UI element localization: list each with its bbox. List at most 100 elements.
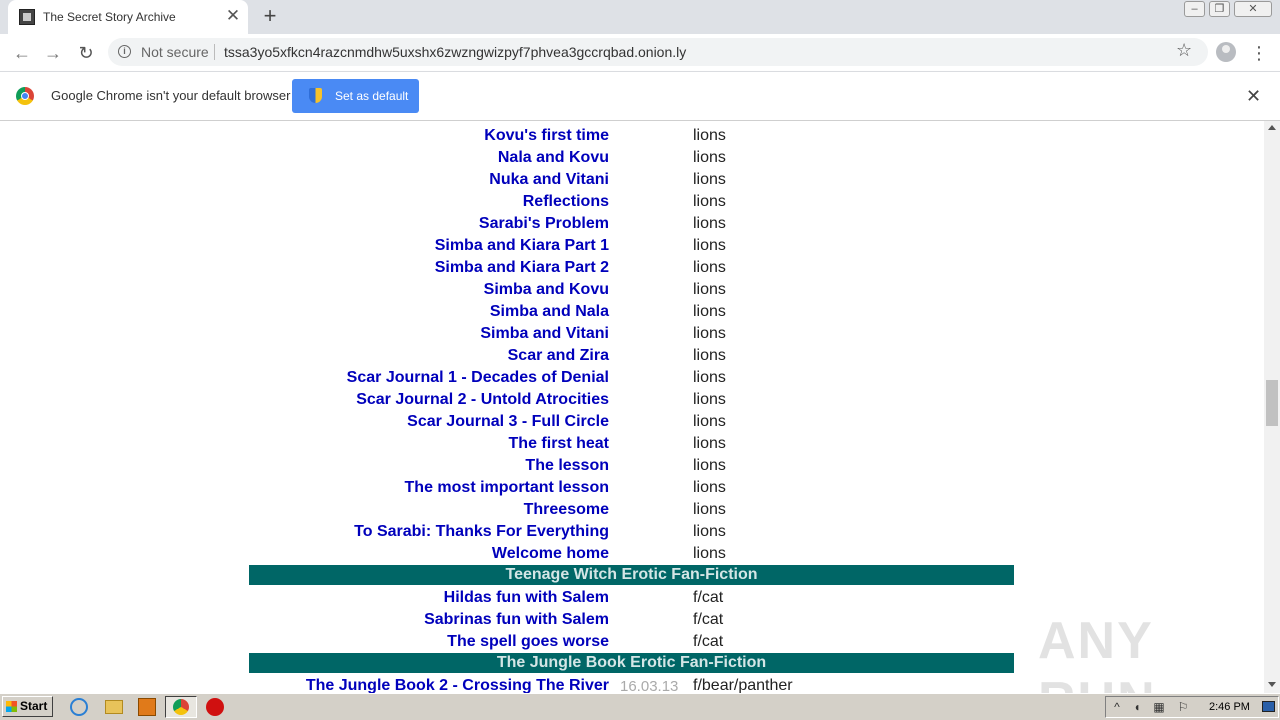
windows-logo-icon (6, 701, 17, 712)
table-row: The lesson lions (249, 455, 1014, 477)
url-text[interactable]: tssa3yo5xfkcn4razcnmdhw5uxshx6zwzngwizpy… (224, 44, 686, 60)
action-center-flag-icon[interactable]: ⚐ (1176, 700, 1190, 714)
section-header-row: The Jungle Book Erotic Fan-Fiction (249, 653, 1014, 675)
scroll-up-arrow-icon[interactable] (1268, 125, 1276, 130)
taskbar-chrome-button[interactable] (165, 696, 197, 718)
profile-avatar-icon[interactable] (1216, 42, 1236, 62)
start-button[interactable]: Start (2, 696, 53, 717)
new-tab-button[interactable]: + (260, 5, 280, 27)
network-icon[interactable]: ▦ (1152, 700, 1166, 714)
info-icon[interactable]: i (118, 45, 131, 58)
infobar-message: Google Chrome isn't your default browser (51, 88, 291, 103)
story-link[interactable]: To Sarabi: Thanks For Everything (354, 523, 609, 541)
start-label: Start (20, 699, 48, 713)
window-restore-button[interactable]: ❐ (1209, 1, 1230, 17)
story-link[interactable]: Welcome home (492, 545, 609, 563)
window-minimize-button[interactable]: – (1184, 1, 1205, 17)
omnibox-divider (214, 44, 215, 60)
story-link[interactable]: Simba and Vitani (480, 325, 609, 343)
story-link[interactable]: Threesome (524, 501, 609, 519)
table-row: Simba and Nala lions (249, 301, 1014, 323)
reload-button[interactable]: ↻ (73, 40, 99, 66)
story-link[interactable]: The first heat (509, 435, 609, 453)
address-bar[interactable]: i Not secure tssa3yo5xfkcn4razcnmdhw5uxs… (108, 38, 1208, 66)
story-link[interactable]: The lesson (525, 457, 609, 475)
table-row: Simba and Kiara Part 2 lions (249, 257, 1014, 279)
story-category: lions (693, 435, 726, 452)
page-scrollbar[interactable] (1264, 121, 1280, 693)
story-category: lions (693, 479, 726, 496)
chrome-logo-icon (16, 87, 34, 105)
forward-button[interactable]: → (40, 40, 66, 66)
story-link[interactable]: Simba and Kovu (484, 281, 609, 299)
tab-close-icon[interactable]: ✕ (224, 7, 242, 25)
story-link[interactable]: Hildas fun with Salem (444, 589, 609, 607)
section-header-jungle-book: The Jungle Book Erotic Fan-Fiction (249, 653, 1014, 673)
lion-stories: Kovu's first time lions Nala and Kovu lion… (249, 125, 1014, 565)
story-table: Kovu's first time lions Nala and Kovu lion… (249, 125, 1014, 693)
story-category: lions (693, 369, 726, 386)
story-link[interactable]: Nuka and Vitani (489, 171, 609, 189)
set-as-default-button[interactable]: Set as default (292, 79, 419, 113)
table-row: Sabrinas fun with Salem f/cat (249, 609, 1014, 631)
story-link[interactable]: Simba and Kiara Part 1 (435, 237, 609, 255)
table-row: Kovu's first time lions (249, 125, 1014, 147)
scrollbar-thumb[interactable] (1266, 380, 1278, 426)
chrome-menu-icon[interactable]: ⋮ (1250, 40, 1268, 66)
section-header-row: Teenage Witch Erotic Fan-Fiction (249, 565, 1014, 587)
show-desktop-icon[interactable] (1262, 701, 1275, 712)
tab-secret-story-archive[interactable]: The Secret Story Archive ✕ (8, 0, 248, 34)
story-date: 16.03.13 (620, 678, 679, 693)
windows-taskbar: Start ^ ◖ ▦ ⚐ 2:46 PM (0, 693, 1280, 720)
table-row: Scar Journal 2 - Untold Atrocities lions (249, 389, 1014, 411)
story-link[interactable]: Simba and Kiara Part 2 (435, 259, 609, 277)
internet-explorer-icon[interactable] (70, 698, 88, 716)
story-category: lions (693, 127, 726, 144)
file-explorer-icon[interactable] (105, 700, 123, 714)
table-row: Simba and Kiara Part 1 lions (249, 235, 1014, 257)
story-link[interactable]: Scar Journal 3 - Full Circle (407, 413, 609, 431)
table-row: Scar and Zira lions (249, 345, 1014, 367)
bookmark-star-icon[interactable]: ☆ (1176, 40, 1192, 61)
table-row: Simba and Kovu lions (249, 279, 1014, 301)
media-player-icon[interactable] (138, 698, 156, 716)
system-tray: ^ ◖ ▦ ⚐ 2:46 PM (1105, 696, 1279, 718)
site-favicon-icon (19, 9, 35, 25)
table-row: The most important lesson lions (249, 477, 1014, 499)
volume-icon[interactable]: ◖ (1130, 700, 1144, 714)
story-link[interactable]: The most important lesson (405, 479, 609, 497)
story-link[interactable]: Simba and Nala (490, 303, 609, 321)
table-row: Sarabi's Problem lions (249, 213, 1014, 235)
table-row: Hildas fun with Salem f/cat (249, 587, 1014, 609)
table-row: The Jungle Book 2 - Crossing The River 16… (249, 675, 1014, 693)
story-link[interactable]: Kovu's first time (484, 127, 609, 145)
chrome-icon (173, 699, 189, 715)
story-category: lions (693, 149, 726, 166)
story-link[interactable]: Reflections (523, 193, 609, 211)
security-status[interactable]: Not secure (141, 44, 209, 60)
story-category: f/cat (693, 589, 724, 606)
story-link[interactable]: Scar and Zira (508, 347, 609, 365)
story-category: lions (693, 303, 726, 320)
tray-chevron-icon[interactable]: ^ (1110, 700, 1124, 714)
story-category: f/cat (693, 611, 724, 628)
window-close-button[interactable]: ✕ (1234, 1, 1272, 17)
taskbar-clock[interactable]: 2:46 PM (1209, 701, 1250, 713)
story-link[interactable]: Sabrinas fun with Salem (424, 611, 609, 629)
back-button[interactable]: ← (9, 40, 35, 66)
story-link[interactable]: The spell goes worse (447, 633, 609, 651)
story-category: lions (693, 391, 726, 408)
story-link[interactable]: Scar Journal 2 - Untold Atrocities (356, 391, 609, 409)
table-row: Nala and Kovu lions (249, 147, 1014, 169)
table-row: The spell goes worse f/cat (249, 631, 1014, 653)
infobar-close-icon[interactable]: ✕ (1246, 86, 1261, 107)
opera-icon[interactable] (206, 698, 224, 716)
story-category: lions (693, 501, 726, 518)
story-link[interactable]: Sarabi's Problem (479, 215, 609, 233)
scroll-down-arrow-icon[interactable] (1268, 682, 1276, 687)
table-row: Nuka and Vitani lions (249, 169, 1014, 191)
story-link[interactable]: Scar Journal 1 - Decades of Denial (347, 369, 609, 387)
story-link[interactable]: The Jungle Book 2 - Crossing The River (306, 677, 609, 693)
story-category: lions (693, 523, 726, 540)
story-link[interactable]: Nala and Kovu (498, 149, 609, 167)
